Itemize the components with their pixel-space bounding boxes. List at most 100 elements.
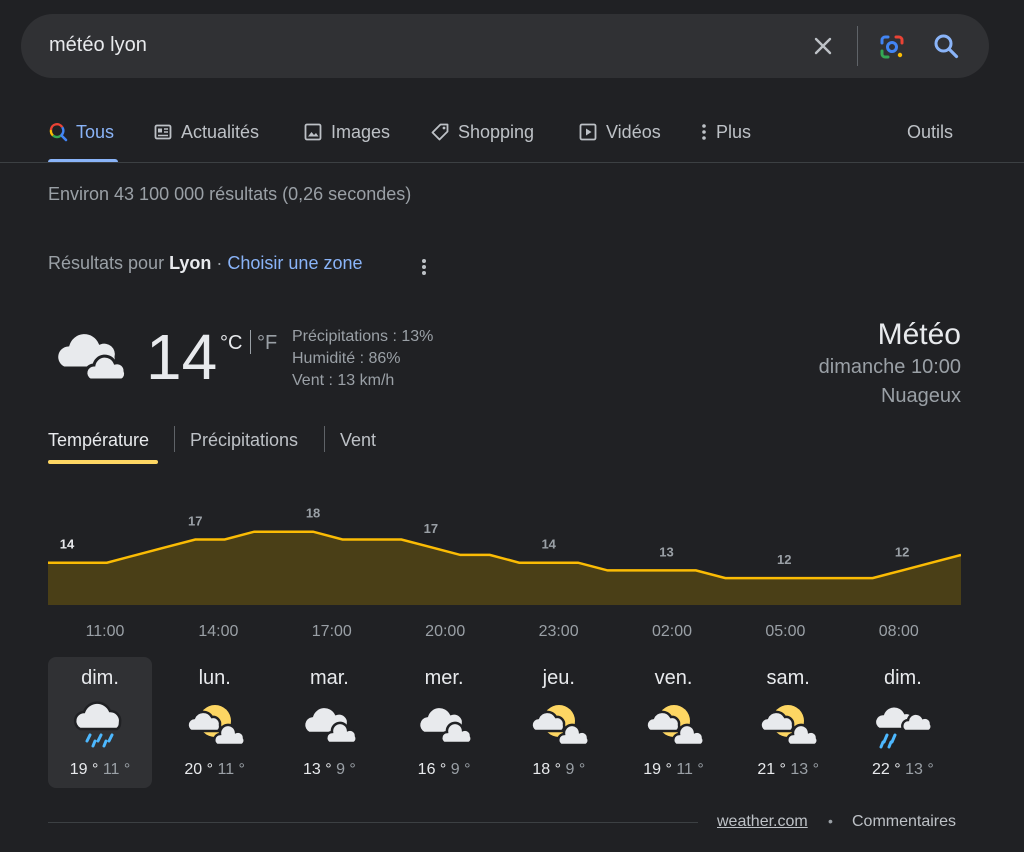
image-icon	[304, 123, 322, 141]
tab-precipitation[interactable]: Précipitations	[190, 430, 298, 451]
weather-title: Météo	[877, 318, 961, 351]
more-options-icon[interactable]	[416, 256, 432, 278]
forecast-day[interactable]: mar. 13 ° 9 °	[277, 657, 381, 788]
search-input[interactable]: météo lyon	[49, 34, 147, 57]
forecast-high: 19 °	[643, 761, 672, 778]
chart-value-label: 12	[777, 552, 791, 567]
choose-zone-link[interactable]: Choisir une zone	[227, 253, 362, 273]
tab-videos[interactable]: Vidéos	[578, 120, 661, 144]
tab-news[interactable]: Actualités	[153, 120, 259, 144]
forecast-day[interactable]: ven. 19 ° 11 °	[622, 657, 726, 788]
tab-wind[interactable]: Vent	[340, 430, 376, 451]
tab-shopping[interactable]: Shopping	[430, 120, 534, 144]
forecast-low: 9 °	[336, 761, 356, 778]
google-lens-icon[interactable]	[878, 33, 906, 61]
tab-label: Images	[331, 121, 391, 142]
chart-time-label: 08:00	[879, 623, 919, 640]
forecast-low: 11 °	[217, 761, 245, 778]
showers-icon	[873, 705, 933, 749]
tab-label: Shopping	[458, 121, 535, 142]
forecast-temps: 20 ° 11 °	[163, 761, 267, 779]
chart-value-label: 17	[188, 513, 202, 528]
forecast-low: 11 °	[676, 761, 704, 778]
play-icon	[579, 123, 597, 141]
forecast-day-name: ven.	[654, 667, 693, 689]
forecast-high: 21 °	[757, 761, 786, 778]
source-link[interactable]: weather.com	[717, 813, 808, 831]
search-icon[interactable]	[932, 32, 960, 60]
forecast-low: 13 °	[905, 761, 934, 778]
close-icon[interactable]	[811, 34, 835, 58]
tab-label: Vidéos	[606, 121, 661, 142]
forecast-day[interactable]: sam. 21 ° 13 °	[736, 657, 840, 788]
feedback-link[interactable]: Commentaires	[852, 813, 956, 831]
temperature-chart[interactable]: 14 17 18 17 14 13 12 12 11:00 14:00 17:00 20:00 23:0…	[48, 500, 961, 650]
tools-button[interactable]: Outils	[907, 120, 953, 144]
unit-fahrenheit[interactable]: °F	[257, 332, 277, 355]
tab-label: Actualités	[181, 121, 260, 142]
forecast-day-name: mer.	[424, 667, 464, 689]
active-chart-tab-indicator	[48, 460, 158, 464]
forecast-day[interactable]: jeu. 18 ° 9 °	[507, 657, 611, 788]
tab-temperature[interactable]: Température	[48, 430, 149, 451]
forecast-day-name: dim.	[883, 667, 922, 689]
footer-separator: •	[828, 813, 833, 829]
chart-tab-separator	[324, 426, 325, 452]
forecast-day-name: dim.	[81, 667, 119, 689]
cloudy-icon	[417, 705, 474, 745]
rain-icon	[73, 701, 122, 748]
forecast-low: 9 °	[565, 761, 586, 778]
forecast-day-name: lun.	[198, 667, 231, 689]
forecast-temps: 19 ° 11 °	[48, 761, 152, 779]
partly-sunny-icon	[530, 705, 589, 747]
chart-value-label: 14	[541, 537, 556, 552]
forecast-day[interactable]: lun. 20 ° 11 °	[163, 657, 267, 788]
weather-condition: Nuageux	[880, 385, 961, 407]
forecast-day-name: mar.	[309, 667, 349, 689]
forecast-high: 13 °	[302, 761, 332, 778]
news-icon	[154, 124, 172, 140]
forecast-temps: 22 ° 13 °	[851, 761, 955, 779]
forecast-high: 19 °	[69, 761, 99, 778]
forecast-temps: 18 ° 9 °	[507, 761, 611, 779]
wind-value: Vent : 13 km/h	[292, 372, 395, 389]
forecast-temps: 16 ° 9 °	[392, 761, 496, 779]
tab-label: Plus	[716, 121, 752, 142]
forecast-day[interactable]: dim. 19 ° 11 °	[48, 657, 152, 788]
tab-all[interactable]: Tous	[48, 120, 114, 144]
chart-time-label: 11:00	[86, 623, 125, 640]
precipitation-value: Précipitations : 13%	[292, 328, 434, 345]
forecast-day[interactable]: dim. 22 ° 13 °	[851, 657, 955, 788]
location-line: Résultats pour Lyon · Choisir une zone	[48, 253, 363, 274]
chart-time-label: 02:00	[652, 623, 692, 640]
search-bar[interactable]: météo lyon	[21, 14, 989, 78]
chart-time-label: 05:00	[765, 623, 805, 640]
partly-sunny-icon	[759, 705, 819, 747]
forecast-low: 9 °	[450, 761, 471, 778]
humidity-value: Humidité : 86%	[292, 350, 401, 367]
chart-value-label: 13	[659, 544, 673, 559]
result-stats: Environ 43 100 000 résultats (0,26 secon…	[48, 184, 412, 204]
forecast-day-name: jeu.	[542, 667, 575, 689]
searchbar-divider	[857, 26, 858, 66]
forecast-high: 20 °	[184, 761, 214, 778]
search-multicolor-icon	[49, 123, 68, 142]
partly-sunny-icon	[644, 705, 704, 747]
chart-tab-separator	[174, 426, 175, 452]
forecast-low: 13 °	[790, 761, 820, 778]
forecast-day[interactable]: mer. 16 ° 9 °	[392, 657, 496, 788]
partly-sunny-icon	[186, 705, 245, 747]
forecast-day-name: sam.	[766, 667, 810, 689]
location-prefix: Résultats pour	[48, 253, 165, 273]
tab-images[interactable]: Images	[303, 120, 390, 144]
chart-time-label: 17:00	[312, 623, 352, 640]
weather-time: dimanche 10:00	[818, 356, 961, 378]
tabs-divider	[0, 162, 1024, 163]
tab-more[interactable]: Plus	[698, 120, 751, 144]
forecast-low: 11 °	[102, 761, 131, 778]
chart-time-label: 14:00	[198, 623, 238, 640]
cloudy-icon	[55, 331, 128, 382]
forecast-high: 18 °	[532, 761, 562, 778]
chart-time-label: 23:00	[539, 623, 579, 640]
unit-celsius[interactable]: °C	[220, 332, 242, 355]
